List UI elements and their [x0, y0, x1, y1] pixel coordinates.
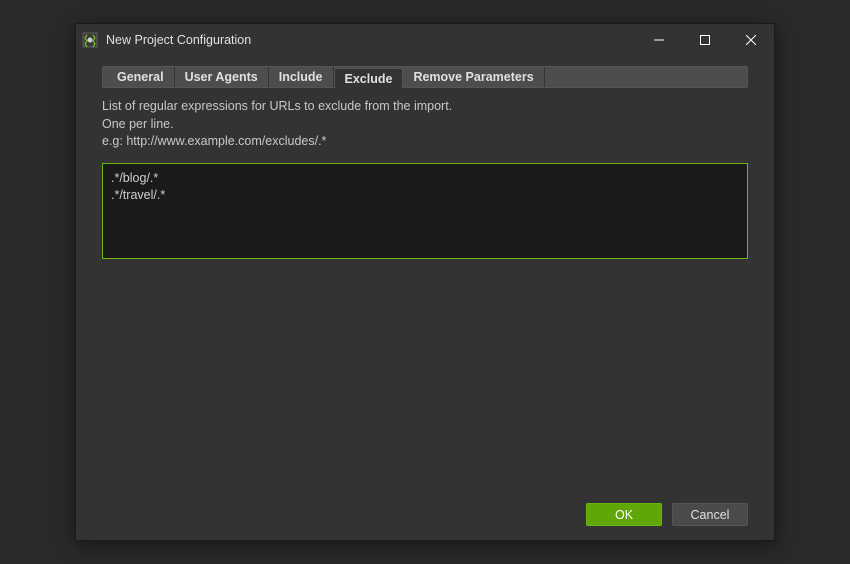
titlebar: New Project Configuration — [76, 24, 774, 56]
exclude-patterns-input[interactable] — [102, 163, 748, 259]
description-line: e.g: http://www.example.com/excludes/.* — [102, 133, 748, 151]
dialog-window: New Project Configuration General User A… — [75, 23, 775, 541]
tab-exclude[interactable]: Exclude — [334, 68, 404, 88]
window-controls — [636, 24, 774, 56]
maximize-button[interactable] — [682, 24, 728, 56]
cancel-button[interactable]: Cancel — [672, 503, 748, 526]
dialog-footer: OK Cancel — [76, 493, 774, 540]
close-button[interactable] — [728, 24, 774, 56]
window-title: New Project Configuration — [106, 33, 636, 47]
ok-button[interactable]: OK — [586, 503, 662, 526]
app-icon — [82, 32, 98, 48]
tab-include[interactable]: Include — [269, 67, 334, 87]
exclude-textarea-wrapper — [102, 163, 748, 262]
minimize-button[interactable] — [636, 24, 682, 56]
description-line: List of regular expressions for URLs to … — [102, 98, 748, 116]
tab-bar: General User Agents Include Exclude Remo… — [102, 66, 748, 88]
tab-user-agents[interactable]: User Agents — [175, 67, 269, 87]
tab-general[interactable]: General — [107, 67, 175, 87]
dialog-content: General User Agents Include Exclude Remo… — [76, 56, 774, 493]
tab-remove-parameters[interactable]: Remove Parameters — [403, 67, 544, 87]
description-line: One per line. — [102, 116, 748, 134]
description-text: List of regular expressions for URLs to … — [102, 98, 748, 151]
